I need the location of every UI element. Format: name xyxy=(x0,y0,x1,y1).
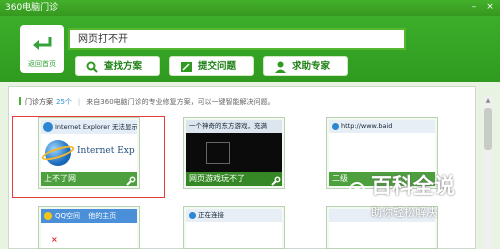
window-title: 360电脑门诊 xyxy=(5,3,59,13)
card-screen-text: http://www.baid xyxy=(329,120,435,133)
user-icon xyxy=(275,61,286,73)
search-value: 网页打不开 xyxy=(78,34,128,45)
action-buttons: 查找方案 提交问题 求助专家 xyxy=(75,56,405,76)
edit-icon xyxy=(181,62,192,72)
watermark-subtitle: 助你轻松解决 xyxy=(371,206,437,219)
minimize-icon[interactable]: – xyxy=(468,1,480,13)
results-count: 25个 xyxy=(56,98,72,106)
ie-icon xyxy=(189,212,196,219)
header-divider: | xyxy=(77,98,81,106)
window-controls: – × xyxy=(468,1,496,13)
section-marker xyxy=(19,97,21,105)
card-screen-text: 一个神奇的东方游戏，充满 xyxy=(186,120,282,133)
watermark-logo-icon xyxy=(349,182,365,198)
back-arrow-icon xyxy=(33,37,52,50)
ie-icon xyxy=(332,123,339,130)
card-screen-text: 正在连接 xyxy=(186,209,282,222)
close-icon[interactable]: × xyxy=(484,1,496,13)
card-screenshot: 正在连接 xyxy=(186,209,282,248)
card-caption: 网页游戏玩不了 xyxy=(186,172,282,186)
dialog-frame xyxy=(206,142,230,164)
ask-expert-button[interactable]: 求助专家 xyxy=(263,56,348,76)
back-home-button[interactable]: 返回首页 xyxy=(20,25,64,73)
submit-question-button[interactable]: 提交问题 xyxy=(169,56,254,76)
scroll-up-icon[interactable]: ▲ xyxy=(483,96,493,106)
results-title: 门诊方案 xyxy=(25,98,53,106)
title-bar: 360电脑门诊 – × xyxy=(0,0,500,16)
selected-card-highlight xyxy=(12,116,165,198)
card-header: QQ空间 他的主页 xyxy=(41,209,137,223)
find-solution-button[interactable]: 查找方案 xyxy=(75,56,160,76)
watermark: 百科全说 助你轻松解决 xyxy=(349,168,489,228)
scrollbar-thumb[interactable] xyxy=(484,108,492,150)
card-screenshot: QQ空间 他的主页 × xyxy=(41,209,137,248)
qq-icon xyxy=(44,212,52,220)
wrench-icon[interactable] xyxy=(270,176,281,187)
results-header: 门诊方案 25个 | 来自360电脑门诊的专业修复方案，可以一键智能解决问题。 xyxy=(19,97,275,107)
card-screen-text-2: 他的主页 xyxy=(88,212,117,220)
error-x-icon: × xyxy=(51,235,58,244)
ask-expert-label: 求助专家 xyxy=(292,61,331,72)
card-screen-text: QQ空间 xyxy=(55,212,81,220)
find-solution-label: 查找方案 xyxy=(104,61,143,72)
solution-card-connecting[interactable]: 正在连接 xyxy=(183,206,285,249)
submit-question-label: 提交问题 xyxy=(198,61,237,72)
solution-card-qzone[interactable]: QQ空间 他的主页 × xyxy=(38,206,140,249)
search-input[interactable]: 网页打不开 xyxy=(68,28,406,50)
watermark-title: 百科全说 xyxy=(371,174,455,198)
search-icon xyxy=(86,61,98,73)
back-home-label: 返回首页 xyxy=(28,60,56,68)
solution-card-web-game[interactable]: 一个神奇的东方游戏，充满 网页游戏玩不了 xyxy=(183,117,285,189)
results-description: 来自360电脑门诊的专业修复方案，可以一键智能解决问题。 xyxy=(86,98,275,106)
